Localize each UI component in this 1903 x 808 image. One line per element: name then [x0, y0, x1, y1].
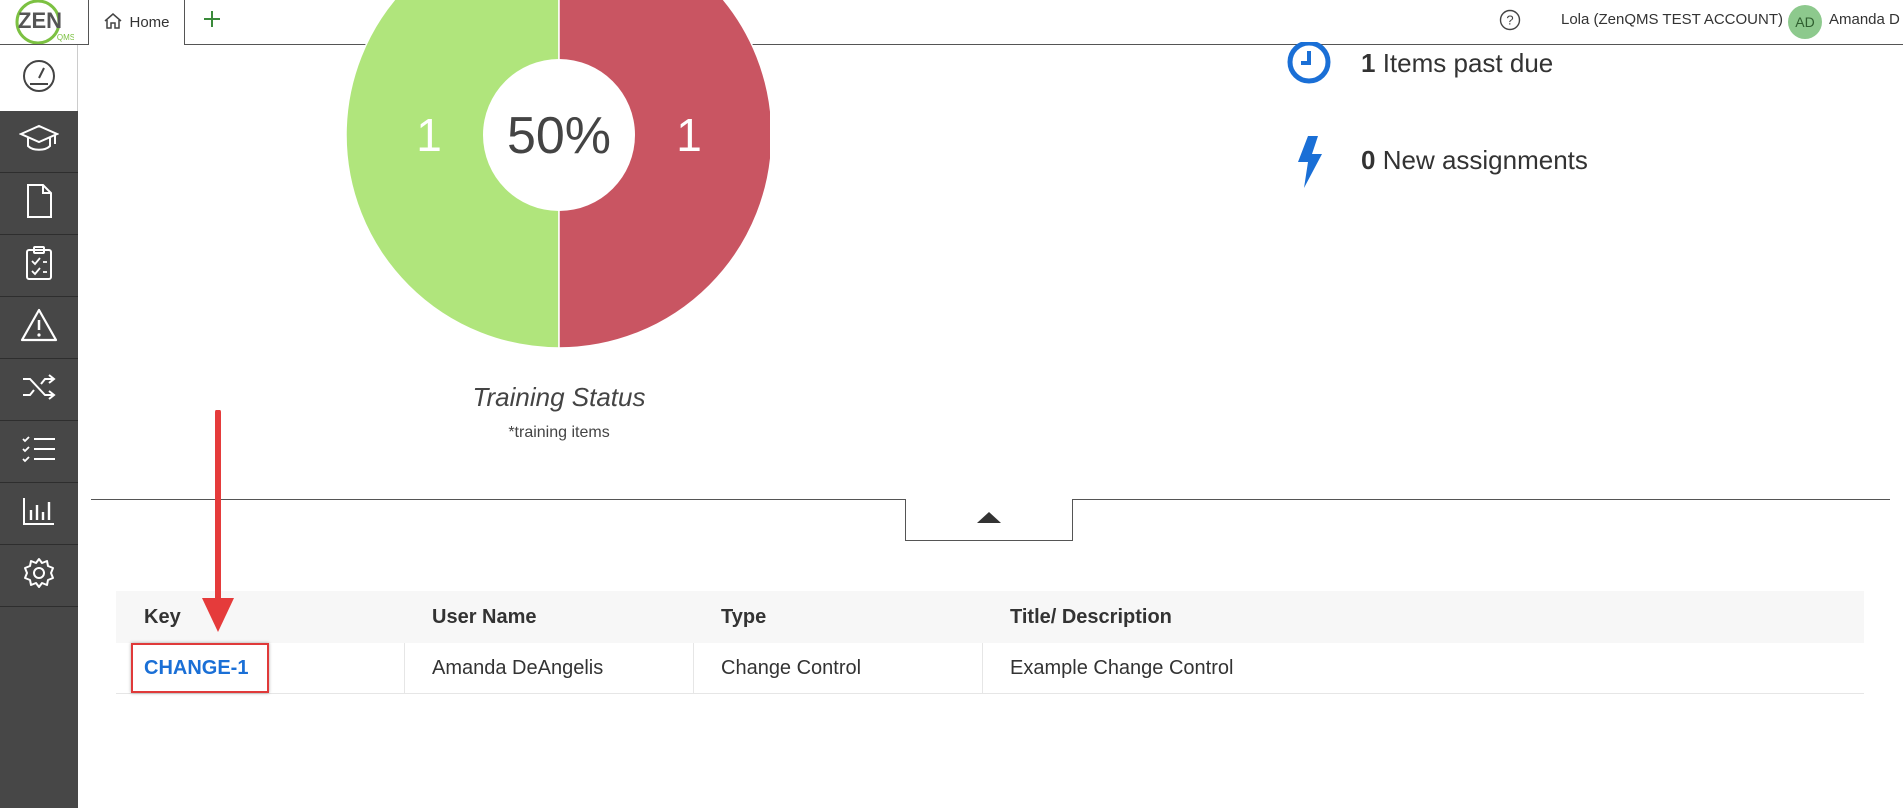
sidebar-item-audits[interactable] [0, 235, 78, 297]
annotation-arrow-icon [202, 410, 234, 632]
cell-title: Example Change Control [1010, 657, 1234, 679]
tab-home[interactable]: Home [88, 0, 185, 45]
table-row[interactable]: CHANGE-1 Amanda DeAngelis Change Control… [116, 643, 1864, 694]
column-header-user-name[interactable]: User Name [432, 606, 537, 629]
user-name[interactable]: Amanda D [1829, 11, 1900, 28]
chart-title: Training Status [472, 382, 646, 412]
sidebar-item-training[interactable] [0, 111, 78, 173]
lightning-icon [1294, 134, 1326, 195]
column-header-title[interactable]: Title/ Description [1010, 606, 1172, 629]
column-header-key[interactable]: Key [144, 606, 181, 629]
sidebar-item-reports[interactable] [0, 483, 78, 545]
column-separator [404, 643, 405, 693]
document-icon [24, 183, 54, 224]
table-header: Key User Name Type Title/ Description [116, 591, 1864, 643]
checklist-icon [21, 434, 57, 469]
shuffle-icon [21, 372, 57, 407]
training-cap-icon [18, 122, 60, 161]
avatar[interactable]: AD [1788, 5, 1822, 39]
svg-text:?: ? [1506, 13, 1513, 28]
past-due-stat[interactable]: 1 Items past due [1361, 48, 1553, 79]
new-count: 0 [1361, 145, 1376, 175]
svg-text:ZEN: ZEN [18, 8, 62, 33]
chart-subtitle: *training items [508, 424, 610, 441]
table-body: CHANGE-1 Amanda DeAngelis Change Control… [116, 643, 1864, 808]
sidebar-item-tasks[interactable] [0, 421, 78, 483]
warning-icon [20, 308, 58, 347]
top-bar: ZEN QMS Home ? Lola (ZenQMS TEST ACCOUNT… [0, 0, 1903, 45]
column-separator [982, 643, 983, 693]
chart-center-label: 50% [507, 107, 611, 165]
new-assignments-stat[interactable]: 0 New assignments [1361, 145, 1588, 176]
home-icon [103, 11, 123, 35]
account-name[interactable]: Lola (ZenQMS TEST ACCOUNT) [1561, 11, 1783, 28]
clock-icon [1284, 40, 1334, 93]
dashboard-gauge-icon [21, 58, 57, 99]
cell-user-name: Amanda DeAngelis [432, 657, 604, 679]
sidebar-item-dashboard[interactable] [0, 45, 78, 111]
sidebar-item-change-control[interactable] [0, 359, 78, 421]
past-due-label: Items past due [1382, 48, 1554, 78]
pie-slice-value-label: 1 [676, 109, 702, 161]
clipboard-check-icon [24, 245, 54, 286]
column-header-type[interactable]: Type [721, 606, 766, 629]
sidebar-item-settings[interactable] [0, 545, 78, 607]
assignments-table: Key User Name Type Title/ Description CH… [116, 591, 1864, 808]
new-assignments-label: New assignments [1382, 145, 1588, 175]
help-icon[interactable]: ? [1498, 8, 1522, 32]
gear-icon [22, 556, 56, 595]
svg-text:QMS: QMS [57, 33, 74, 42]
cell-type: Change Control [721, 657, 862, 679]
tab-home-label: Home [129, 14, 170, 31]
sidebar [0, 45, 78, 808]
pie-slice-value-label: 1 [416, 109, 442, 161]
training-status-chart: 50% 1 1 [345, 0, 770, 349]
collapse-button[interactable] [905, 499, 1073, 541]
plus-icon [202, 9, 222, 34]
zenqms-logo[interactable]: ZEN QMS [8, 0, 75, 45]
add-tab-button[interactable] [197, 6, 227, 36]
sidebar-item-documents[interactable] [0, 173, 78, 235]
past-due-count: 1 [1361, 48, 1376, 78]
annotation-highlight-box [131, 643, 269, 693]
sidebar-item-deviations[interactable] [0, 297, 78, 359]
caret-up-icon [976, 510, 1002, 529]
bar-chart-icon [22, 496, 56, 531]
column-separator [693, 643, 694, 693]
